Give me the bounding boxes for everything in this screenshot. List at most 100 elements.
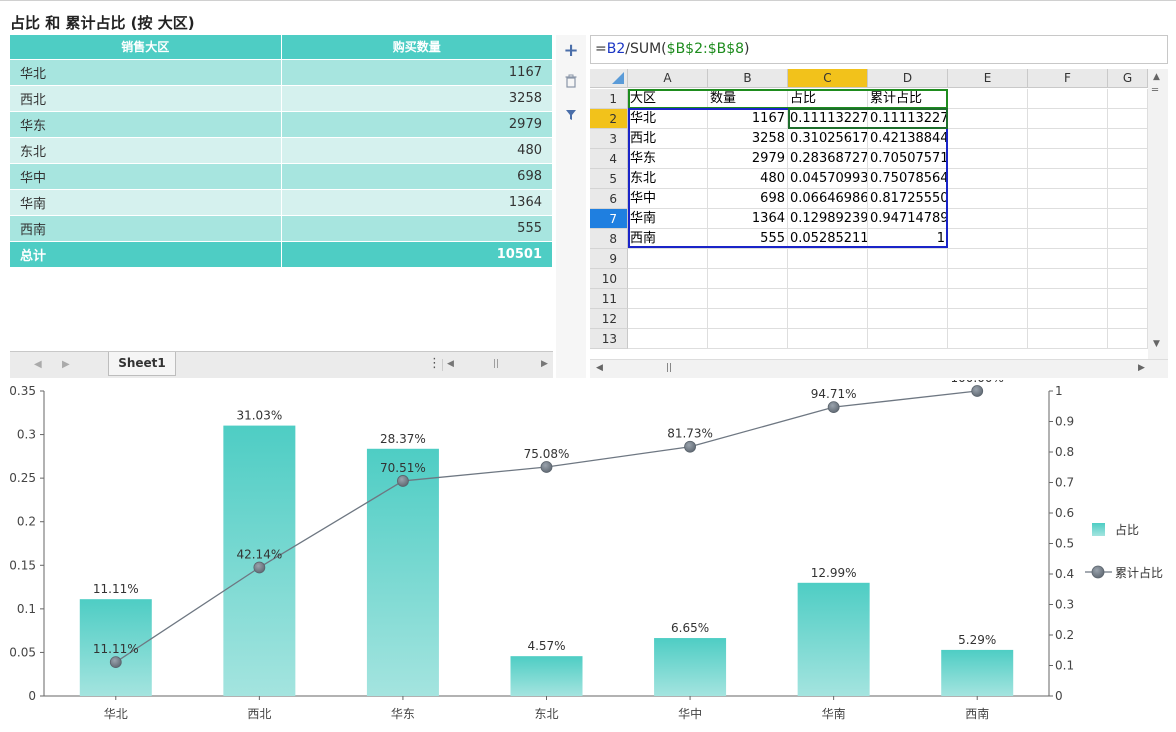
tab-prev-icon[interactable]: ◀ <box>34 359 42 370</box>
grid-cell[interactable] <box>868 269 948 289</box>
grid-cell[interactable]: 华北 <box>628 109 708 129</box>
grid-cell[interactable]: 西南 <box>628 229 708 249</box>
grid-cell[interactable] <box>628 269 708 289</box>
grid-cell[interactable] <box>1108 209 1148 229</box>
scroll-right-icon[interactable]: ▶ <box>541 359 548 369</box>
tab-next-icon[interactable]: ▶ <box>62 359 70 370</box>
sheet-tab-sheet1[interactable]: Sheet1 <box>108 352 176 376</box>
grid-cell[interactable] <box>1108 229 1148 249</box>
grid-cell[interactable] <box>1028 129 1108 149</box>
scroll-up-icon[interactable]: ▲ <box>1153 72 1160 82</box>
grid-cell[interactable] <box>1108 249 1148 269</box>
split-icon[interactable]: ═ <box>1152 85 1158 96</box>
row-header-5[interactable]: 5 <box>590 169 628 189</box>
grid-cell[interactable] <box>948 169 1028 189</box>
grid-cell[interactable] <box>1028 309 1108 329</box>
grid-cell[interactable]: 数量 <box>708 89 788 109</box>
grid-cell[interactable] <box>948 329 1028 349</box>
spreadsheet-grid[interactable]: ▲ ═ ▼ ◀ || ▶ A B C D E F G 1 大区 数量 占比 累计占比 2 华北 1167 0.… <box>590 69 1168 378</box>
more-options-icon[interactable]: ⋮ <box>428 356 441 371</box>
row-header-12[interactable]: 12 <box>590 309 628 329</box>
grid-cell[interactable] <box>1028 329 1108 349</box>
row-header-1[interactable]: 1 <box>590 89 628 109</box>
vertical-scrollbar[interactable]: ▲ ═ ▼ <box>1148 69 1168 359</box>
scroll-left-icon[interactable]: ◀ <box>447 359 454 369</box>
grid-cell[interactable] <box>1028 209 1108 229</box>
row-header-3[interactable]: 3 <box>590 129 628 149</box>
grid-cell[interactable] <box>868 309 948 329</box>
grid-cell[interactable] <box>1108 309 1148 329</box>
grid-cell[interactable] <box>948 149 1028 169</box>
grid-scroll-thumb[interactable]: || <box>666 363 672 373</box>
grid-cell[interactable]: 480 <box>708 169 788 189</box>
row-header-10[interactable]: 10 <box>590 269 628 289</box>
row-header-8[interactable]: 8 <box>590 229 628 249</box>
grid-cell[interactable]: 0.70507571 <box>868 149 948 169</box>
grid-cell[interactable] <box>868 249 948 269</box>
grid-cell[interactable]: 0.04570993 <box>788 169 868 189</box>
grid-cell[interactable] <box>948 89 1028 109</box>
grid-cell[interactable] <box>1028 169 1108 189</box>
grid-cell[interactable] <box>948 289 1028 309</box>
grid-cell[interactable] <box>1028 229 1108 249</box>
grid-scroll-left-icon[interactable]: ◀ <box>596 363 603 373</box>
scroll-thumb[interactable]: || <box>493 359 499 369</box>
grid-cell[interactable]: 3258 <box>708 129 788 149</box>
grid-cell[interactable]: 0.11113227 <box>868 109 948 129</box>
grid-cell[interactable]: 0.75078564 <box>868 169 948 189</box>
grid-cell[interactable]: 1 <box>868 229 948 249</box>
row-header-11[interactable]: 11 <box>590 289 628 309</box>
grid-cell[interactable]: 0.11113227 <box>788 109 868 129</box>
grid-cell[interactable]: 2979 <box>708 149 788 169</box>
grid-cell[interactable] <box>788 309 868 329</box>
grid-cell[interactable] <box>788 249 868 269</box>
grid-cell[interactable] <box>1108 149 1148 169</box>
grid-scroll-right-icon[interactable]: ▶ <box>1138 363 1145 373</box>
grid-cell[interactable] <box>708 289 788 309</box>
column-header-c[interactable]: C <box>788 69 868 88</box>
column-header-qty[interactable]: 购买数量 <box>281 35 553 59</box>
grid-cell[interactable] <box>948 249 1028 269</box>
grid-cell[interactable] <box>1028 289 1108 309</box>
grid-cell[interactable]: 华东 <box>628 149 708 169</box>
grid-cell[interactable] <box>788 289 868 309</box>
row-header-7[interactable]: 7 <box>590 209 628 229</box>
table-row[interactable]: 西北 3258 <box>10 84 553 111</box>
grid-cell[interactable]: 0.05285211 <box>788 229 868 249</box>
grid-cell[interactable]: 1364 <box>708 209 788 229</box>
grid-cell[interactable] <box>948 309 1028 329</box>
grid-cell[interactable] <box>1108 89 1148 109</box>
grid-cell[interactable] <box>1108 169 1148 189</box>
scroll-down-icon[interactable]: ▼ <box>1153 339 1160 349</box>
column-header-d[interactable]: D <box>868 69 948 88</box>
grid-cell[interactable] <box>948 109 1028 129</box>
grid-cell[interactable] <box>1108 289 1148 309</box>
grid-cell[interactable] <box>1108 129 1148 149</box>
grid-cell[interactable] <box>1028 269 1108 289</box>
grid-cell[interactable] <box>868 329 948 349</box>
column-header-g[interactable]: G <box>1108 69 1148 88</box>
grid-horizontal-scrollbar[interactable]: ◀ || ▶ <box>590 359 1168 378</box>
grid-cell[interactable] <box>628 249 708 269</box>
grid-cell[interactable] <box>628 329 708 349</box>
filter-icon[interactable] <box>560 105 582 127</box>
grid-cell[interactable]: 累计占比 <box>868 89 948 109</box>
grid-cell[interactable] <box>948 209 1028 229</box>
grid-cell[interactable] <box>1108 189 1148 209</box>
table-row[interactable]: 华东 2979 <box>10 110 553 137</box>
row-header-6[interactable]: 6 <box>590 189 628 209</box>
grid-cell[interactable]: 0.28368727 <box>788 149 868 169</box>
grid-cell[interactable] <box>788 329 868 349</box>
column-header-a[interactable]: A <box>628 69 708 88</box>
grid-cell[interactable] <box>1108 329 1148 349</box>
row-header-2[interactable]: 2 <box>590 109 628 129</box>
grid-cell[interactable]: 华中 <box>628 189 708 209</box>
delete-icon[interactable] <box>560 73 582 95</box>
grid-cell[interactable] <box>1108 109 1148 129</box>
grid-cell[interactable]: 1167 <box>708 109 788 129</box>
grid-cell[interactable] <box>708 249 788 269</box>
column-header-f[interactable]: F <box>1028 69 1108 88</box>
table-row[interactable]: 西南 555 <box>10 214 553 241</box>
grid-cell[interactable]: 0.12989239 <box>788 209 868 229</box>
add-icon[interactable]: + <box>560 40 582 62</box>
